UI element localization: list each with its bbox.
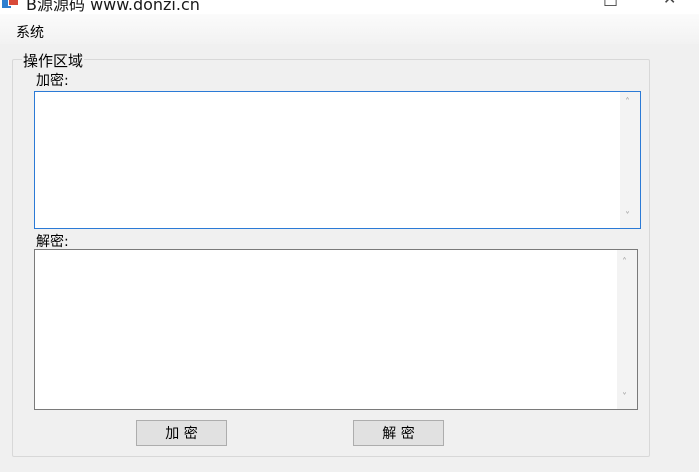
close-button[interactable]: ✕	[663, 0, 676, 7]
encrypt-textarea[interactable]: ˄ ˅	[34, 91, 641, 229]
decrypt-button[interactable]: 解 密	[353, 420, 444, 446]
encrypt-textarea-scrollbar[interactable]: ˄ ˅	[620, 92, 640, 228]
encrypt-button[interactable]: 加 密	[136, 420, 227, 446]
chevron-up-icon[interactable]: ˄	[625, 98, 630, 108]
chevron-down-icon[interactable]: ˅	[625, 212, 630, 222]
app-icon	[2, 0, 19, 8]
menu-bar: 系统	[0, 14, 699, 44]
decrypt-textarea[interactable]: ˄ ˅	[34, 249, 638, 410]
title-bar: B源源码 www.donzi.cn □ ✕	[0, 0, 699, 14]
chevron-up-icon[interactable]: ˄	[622, 258, 627, 268]
minimize-button[interactable]: □	[603, 0, 618, 7]
encrypt-label: 加密:	[36, 73, 69, 89]
menu-item-system[interactable]: 系统	[16, 22, 44, 42]
decrypt-label: 解密:	[36, 234, 69, 250]
operation-area-title: 操作区域	[22, 50, 85, 71]
window-title: B源源码 www.donzi.cn	[26, 0, 200, 14]
decrypt-textarea-scrollbar[interactable]: ˄ ˅	[617, 250, 637, 409]
chevron-down-icon[interactable]: ˅	[622, 393, 627, 403]
